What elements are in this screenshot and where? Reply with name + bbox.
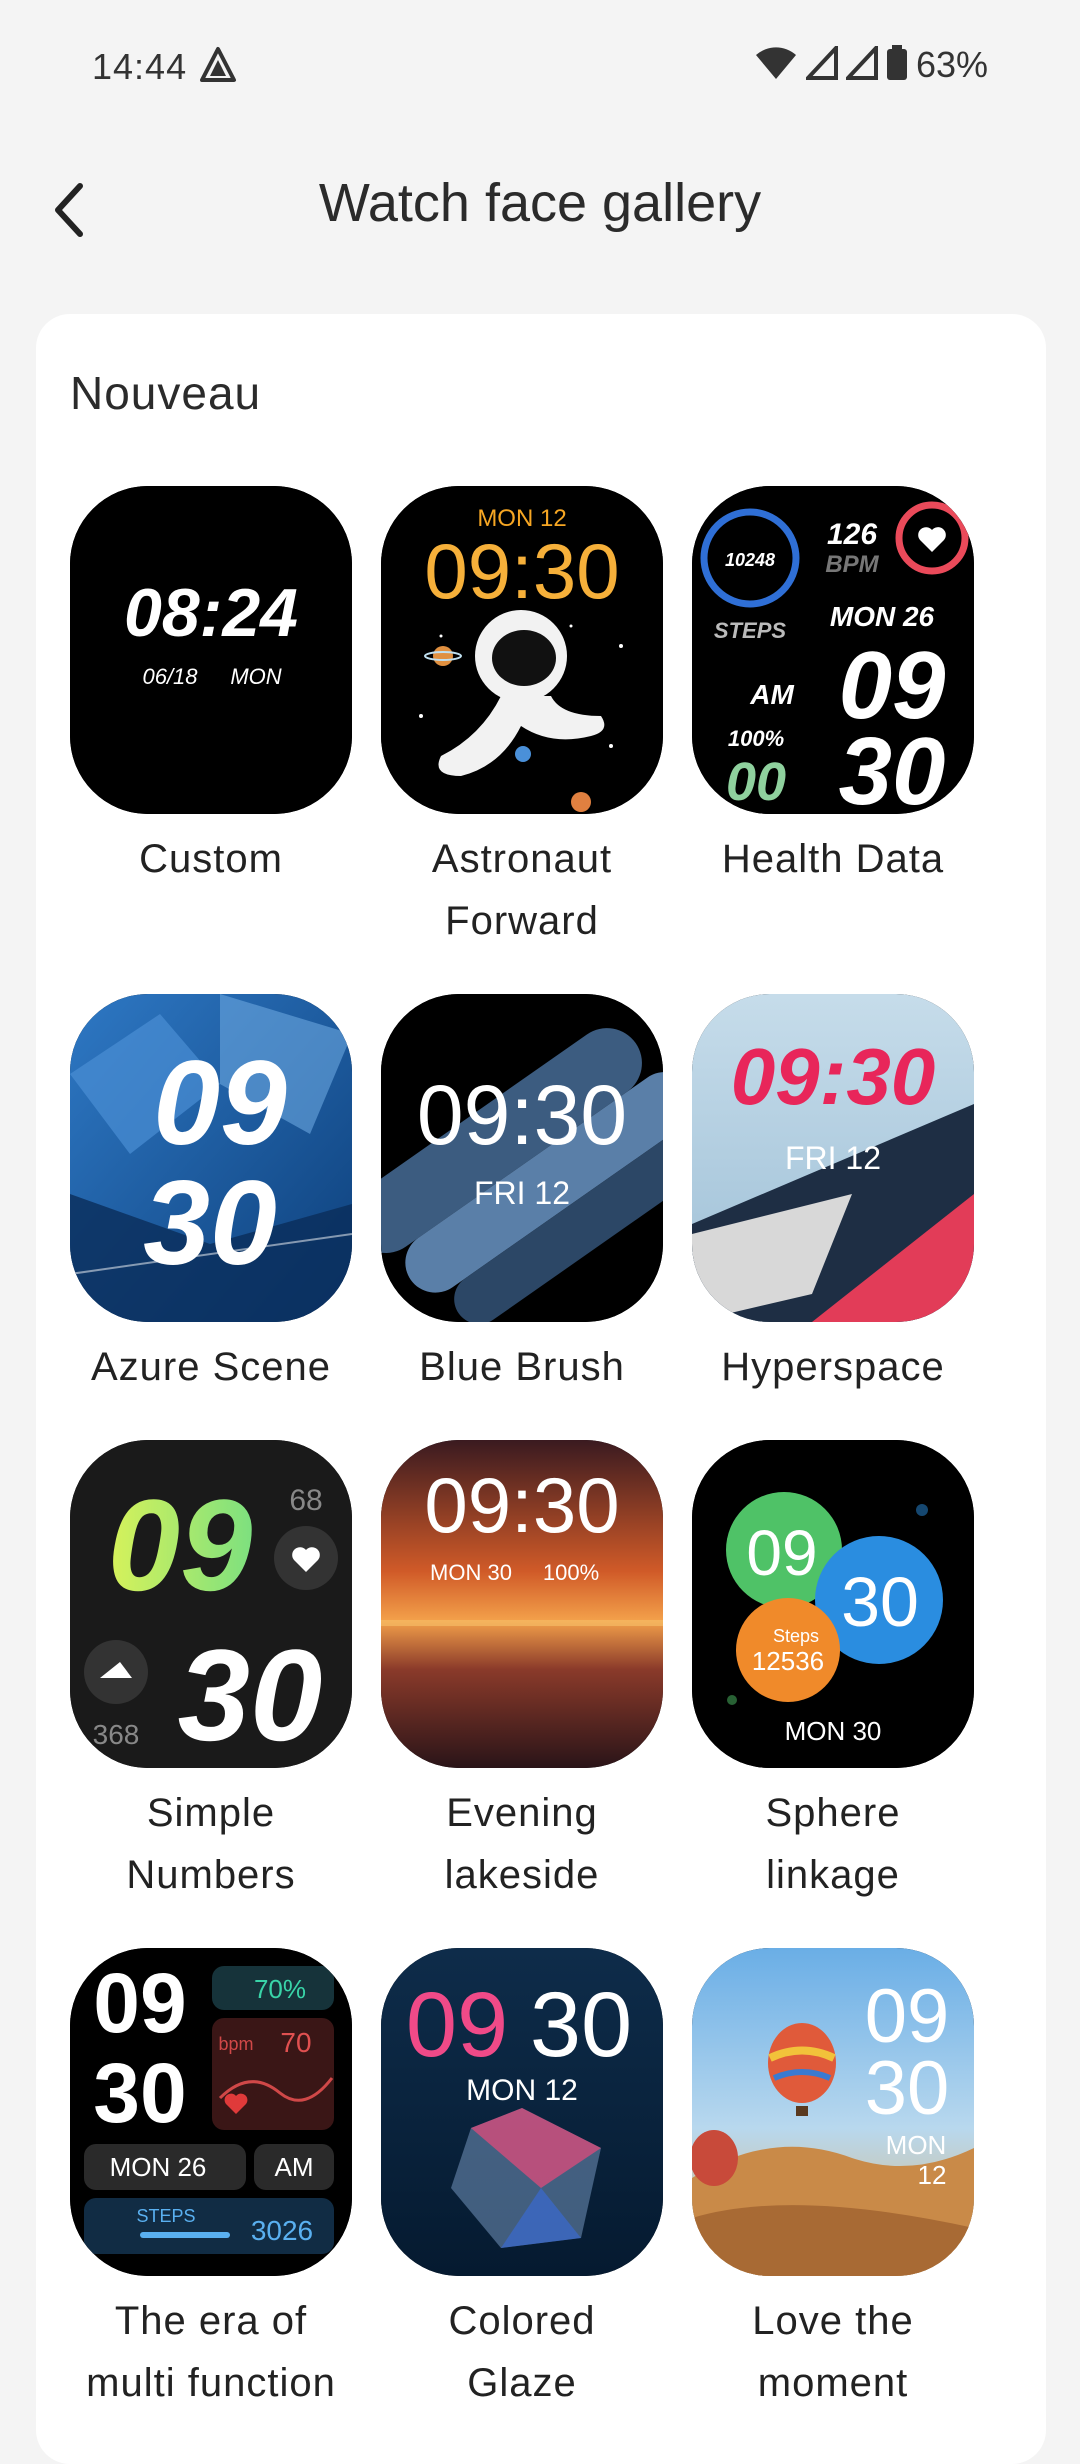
battery-percent: 63% xyxy=(915,44,988,85)
face-battery: 100% xyxy=(728,726,784,751)
watch-face-simple-numbers[interactable]: 09 30 68 368 Simple Numbers xyxy=(70,1440,352,1906)
watch-face-blue-brush[interactable]: 09:30 FRI 12 Blue Brush xyxy=(381,994,663,1398)
face-hour: 09 xyxy=(746,1517,817,1589)
face-day: FRI 12 xyxy=(474,1175,570,1211)
face-time: 09:30 xyxy=(417,1068,627,1162)
watch-face-astronaut-forward[interactable]: MON 12 09:30 Astronaut Forward xyxy=(381,486,663,952)
watch-face-evening-lakeside[interactable]: 09:30 MON 30 100% Evening lakeside xyxy=(381,1440,663,1906)
watch-face-name: Simple Numbers xyxy=(126,1791,296,1897)
watch-face-name: Sphere linkage xyxy=(765,1791,901,1897)
status-time: 14:44 xyxy=(92,46,188,87)
face-steps: 12536 xyxy=(752,1646,824,1676)
face-steps: 10248 xyxy=(725,550,775,570)
watch-face-name: Blue Brush xyxy=(419,1345,625,1389)
face-ampm: AM xyxy=(749,679,794,710)
watch-face-preview: 09 30 Steps 12536 MON 30 xyxy=(692,1440,974,1768)
watch-face-name: Custom xyxy=(139,837,283,881)
face-seconds: 00 xyxy=(726,752,786,812)
face-battery: 70% xyxy=(254,1974,306,2004)
watch-face-colored-glaze[interactable]: 09 30 MON 12 Colored Glaze xyxy=(381,1948,663,2414)
face-minute: 30 xyxy=(839,718,946,814)
face-bpm-label: bpm xyxy=(218,2034,253,2054)
face-minute: 30 xyxy=(178,1622,323,1768)
status-right: 63% xyxy=(754,42,988,86)
face-hour: 09 xyxy=(406,1974,508,2076)
face-battery: 100% xyxy=(543,1560,599,1585)
face-time: 09:30 xyxy=(731,1032,936,1121)
face-hour: 09 xyxy=(153,1036,287,1170)
page-title: Watch face gallery xyxy=(318,173,762,233)
face-steps: 368 xyxy=(93,1719,140,1750)
face-day: FRI 12 xyxy=(785,1140,881,1176)
notification-icon xyxy=(198,46,238,91)
watch-face-name: Love the moment xyxy=(752,2299,914,2405)
face-bpm: 70 xyxy=(280,2027,311,2058)
status-bar: 14:44 63% xyxy=(0,0,1080,130)
watch-face-name: Azure Scene xyxy=(90,1345,332,1389)
watch-face-azure-scene[interactable]: 09 30 Azure Scene xyxy=(70,994,352,1398)
signal-icon-2 xyxy=(843,42,878,85)
watch-face-preview: 09 30 MON 12 xyxy=(381,1948,663,2276)
signal-icon xyxy=(803,42,838,85)
gallery-card: Nouveau 08:24 06/18 MON Custom MON 12 09… xyxy=(36,314,1046,2464)
hot-air-balloon-icon-small xyxy=(692,2130,738,2186)
face-time: 09:30 xyxy=(424,1461,619,1549)
watch-face-name: Colored Glaze xyxy=(448,2299,596,2405)
face-minute: 30 xyxy=(841,1563,919,1641)
face-ampm: AM xyxy=(275,2152,314,2182)
face-date: MON 26 xyxy=(830,601,935,632)
face-minute: 30 xyxy=(530,1974,632,2076)
watch-face-preview: 10248 STEPS 126 BPM MON 26 AM 100% 09 30… xyxy=(692,486,974,814)
watch-face-preview: 09:30 FRI 12 xyxy=(381,994,663,1322)
face-minute: 30 xyxy=(143,1156,276,1290)
watch-face-name: The era of multi function xyxy=(86,2299,336,2405)
watch-face-preview: 09 30 MON 12 xyxy=(692,1948,974,2276)
watch-face-name: Evening lakeside xyxy=(444,1791,600,1897)
face-bpm-label: BPM xyxy=(825,551,879,578)
watch-face-hyperspace[interactable]: 09:30 FRI 12 Hyperspace xyxy=(692,994,974,1398)
watch-face-sphere-linkage[interactable]: 09 30 Steps 12536 MON 30 Sphere linkage xyxy=(692,1440,974,1906)
watch-face-preview: 08:24 06/18 MON xyxy=(70,486,352,814)
face-steps: 3026 xyxy=(251,2215,313,2246)
face-day: MON 12 xyxy=(466,2074,578,2107)
face-minute: 30 xyxy=(865,2046,950,2131)
watch-face-custom[interactable]: 08:24 06/18 MON Custom xyxy=(70,486,352,890)
face-steps-label: Steps xyxy=(773,1626,819,1646)
watch-face-preview: MON 12 09:30 xyxy=(381,486,663,814)
face-time: 08:24 xyxy=(124,575,298,651)
battery-icon xyxy=(886,44,908,86)
face-steps-label: STEPS xyxy=(714,618,786,643)
watch-face-health-data[interactable]: 10248 STEPS 126 BPM MON 26 AM 100% 09 30… xyxy=(692,486,974,890)
face-hour: 09 xyxy=(93,1956,186,2050)
face-time: 09:30 xyxy=(424,527,619,615)
watch-face-name: Health Data xyxy=(721,837,945,881)
face-day: MON xyxy=(230,664,281,689)
face-minute: 30 xyxy=(93,2046,186,2140)
face-steps-label: STEPS xyxy=(136,2206,195,2226)
face-bpm: 126 xyxy=(827,518,877,551)
wifi-icon xyxy=(754,45,798,86)
face-bpm: 68 xyxy=(289,1484,322,1517)
header: Watch face gallery xyxy=(0,150,1080,260)
watch-face-preview: 09:30 MON 30 100% xyxy=(381,1440,663,1768)
face-date: 12 xyxy=(918,2160,947,2190)
watch-face-preview: 09 30 70% bpm 70 MON 26 AM STEPS 3026 xyxy=(70,1948,352,2276)
watch-face-preview: 09 30 68 368 xyxy=(70,1440,352,1768)
watch-face-love-the-moment[interactable]: 09 30 MON 12 Love the moment xyxy=(692,1948,974,2414)
watch-face-preview: 09 30 xyxy=(70,994,352,1322)
watch-face-name: Astronaut Forward xyxy=(431,837,613,943)
face-date: 06/18 xyxy=(142,664,198,689)
watch-face-era-multi-function[interactable]: 09 30 70% bpm 70 MON 26 AM STEPS 3026 Th… xyxy=(70,1948,352,2414)
watch-face-name: Hyperspace xyxy=(721,1345,945,1389)
face-day: MON 30 xyxy=(785,1716,882,1746)
face-day: MON xyxy=(886,2130,947,2160)
section-title: Nouveau xyxy=(70,367,262,419)
watch-face-preview: 09:30 FRI 12 xyxy=(692,994,974,1322)
face-date: MON 30 xyxy=(430,1560,512,1585)
face-date: MON 26 xyxy=(110,2152,207,2182)
face-hour: 09 xyxy=(108,1472,253,1618)
